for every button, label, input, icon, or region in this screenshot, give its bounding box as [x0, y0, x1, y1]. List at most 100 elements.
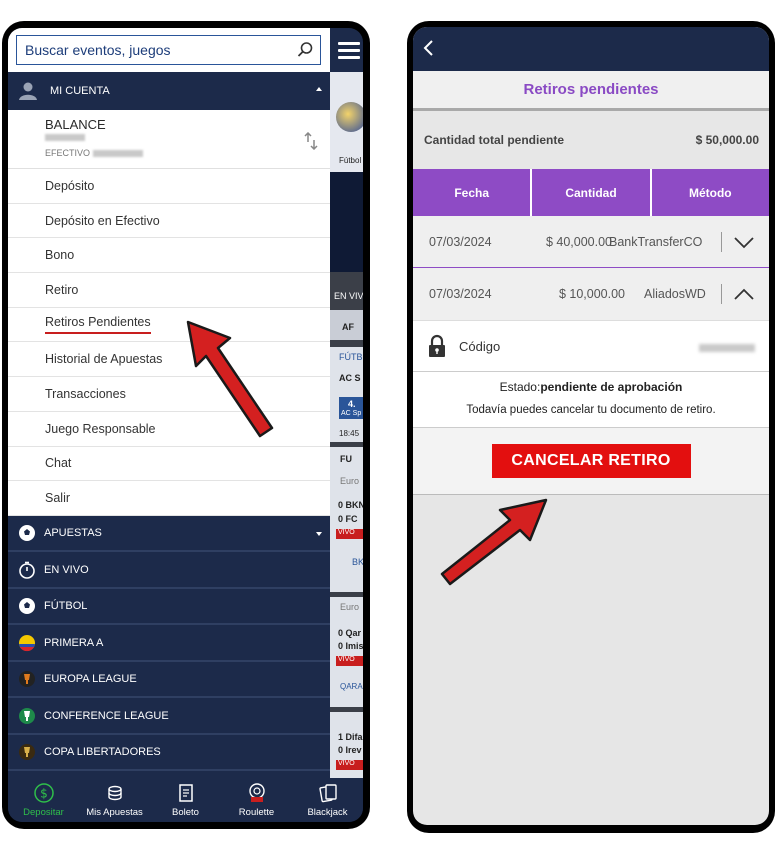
menu-item-label: Juego Responsable — [45, 421, 156, 436]
menu-item-label: Chat — [45, 456, 72, 471]
table-header: Fecha Cantidad Método — [413, 169, 769, 216]
account-header[interactable]: MI CUENTA — [8, 72, 330, 110]
lock-icon — [429, 334, 445, 357]
ticket-icon — [178, 784, 193, 802]
cancel-button-area: CANCELAR RETIRO — [413, 428, 769, 495]
user-icon — [19, 82, 37, 100]
red-arrow-annotation — [186, 320, 274, 438]
strip-text: AF — [342, 322, 354, 332]
menu-item-salir[interactable]: Salir — [8, 481, 330, 516]
row-divider — [721, 284, 722, 304]
column-header-metodo[interactable]: Método — [652, 169, 769, 216]
menu-item-deposito[interactable]: Depósito — [8, 169, 330, 204]
cards-icon — [318, 784, 337, 803]
strip-text: FÚTB — [339, 352, 363, 362]
coins-icon — [107, 785, 122, 801]
menu-item-deposito-efectivo[interactable]: Depósito en Efectivo — [8, 203, 330, 239]
hamburger-menu-icon[interactable] — [338, 42, 360, 60]
nav-item-label: EN VIVO — [44, 563, 89, 576]
strip-text: Euro — [340, 476, 360, 486]
cash-label: EFECTIVO — [45, 148, 91, 158]
nav-item-label: PRIMERA A — [44, 636, 104, 649]
live-badge: VIVO — [336, 760, 363, 770]
caret-down-icon — [316, 531, 322, 536]
tab-label: Boleto — [172, 807, 199, 818]
column-header-cantidad[interactable]: Cantidad — [532, 169, 652, 216]
tab-boleto[interactable]: Boleto — [150, 778, 221, 822]
status-line: Estado:pendiente de aprobación — [413, 380, 769, 394]
menu-item-label: Salir — [45, 491, 71, 506]
row-method: BankTransferCO — [609, 234, 703, 249]
tab-label: Blackjack — [307, 807, 348, 818]
nav-item-en-vivo[interactable]: EN VIVO — [8, 552, 330, 589]
cash-value-blurred — [93, 149, 144, 157]
total-value: $ 50,000.00 — [695, 133, 759, 147]
balance-value-blurred — [45, 134, 85, 141]
background-content-strip: Fútbol EN VIV AF FÚTB AC S 4. AC Sp 18:4… — [330, 72, 363, 792]
menu-item-bono[interactable]: Bono — [8, 238, 330, 274]
menu-item-retiro[interactable]: Retiro — [8, 273, 330, 308]
chevron-down-icon[interactable] — [733, 236, 755, 250]
menu-item-label: Retiros Pendientes — [45, 315, 151, 335]
soccer-ball-icon — [336, 102, 363, 132]
menu-item-retiros-pendientes[interactable]: Retiros Pendientes — [8, 307, 330, 343]
strip-text: 4. — [348, 399, 356, 409]
menu-item-historial-apuestas[interactable]: Historial de Apuestas — [8, 342, 330, 378]
strip-text: 18:45 — [339, 429, 360, 438]
page-title: Retiros pendientes — [413, 71, 769, 111]
nav-item-futbol[interactable]: FÚTBOL — [8, 588, 330, 626]
caret-up-icon — [316, 87, 322, 91]
search-placeholder: Buscar eventos, juegos — [25, 42, 171, 58]
nav-item-conference-league[interactable]: CONFERENCE LEAGUE — [8, 698, 330, 735]
cancel-withdrawal-button[interactable]: CANCELAR RETIRO — [491, 444, 691, 478]
menu-item-label: Historial de Apuestas — [45, 352, 163, 367]
table-row[interactable]: 07/03/2024 $ 40,000.00 BankTransferCO — [413, 216, 769, 268]
tab-blackjack[interactable]: Blackjack — [292, 778, 363, 822]
strip-text: 0 Irev — [338, 745, 362, 755]
swap-arrows-icon[interactable] — [304, 132, 318, 150]
search-input[interactable]: Buscar eventos, juegos — [16, 35, 321, 65]
row-date: 07/03/2024 — [429, 287, 492, 301]
status-prefix: Estado: — [499, 380, 541, 394]
nav-item-label: APUESTAS — [44, 527, 102, 540]
tab-label: Depositar — [23, 807, 64, 818]
nav-item-copa-libertadores[interactable]: COPA LIBERTADORES — [8, 734, 330, 772]
row-detail-panel: Código Estado:pendiente de aprobación To… — [413, 320, 769, 495]
live-roulette-icon — [248, 783, 265, 802]
red-arrow-annotation — [440, 498, 548, 586]
nav-item-primera-a[interactable]: PRIMERA A — [8, 625, 330, 662]
row-amount: $ 10,000.00 — [558, 287, 625, 301]
chevron-up-icon[interactable] — [733, 287, 755, 301]
row-amount: $ 40,000.00 — [545, 234, 612, 249]
strip-dark-panel — [330, 172, 363, 272]
soccer-ball-icon — [19, 525, 35, 542]
menu-item-juego-responsable[interactable]: Juego Responsable — [8, 411, 330, 447]
cash-row: EFECTIVO — [45, 148, 330, 158]
strip-text: 0 FC — [338, 514, 358, 524]
strip-text: AC Sp — [341, 410, 362, 417]
strip-text: Fútbol — [339, 156, 362, 165]
nav-item-apuestas[interactable]: APUESTAS — [8, 515, 330, 553]
nav-item-europa-league[interactable]: EUROPA LEAGUE — [8, 661, 330, 699]
tab-mis-apuestas[interactable]: Mis Apuestas — [79, 778, 150, 822]
table-row[interactable]: 07/03/2024 $ 10,000.00 AliadosWD — [413, 268, 769, 320]
code-value-blurred — [699, 344, 755, 352]
soccer-ball-icon — [19, 598, 35, 615]
account-menu: MI CUENTA BALANCE EFECTIVO Depósito Depó… — [8, 72, 330, 772]
status-note: Todavía puedes cancelar tu documento de … — [466, 404, 716, 416]
stopwatch-icon — [19, 561, 35, 579]
strip-text: 0 Imis — [338, 641, 363, 651]
strip-text: BK — [352, 557, 363, 567]
column-header-fecha[interactable]: Fecha — [413, 169, 533, 216]
menu-item-chat[interactable]: Chat — [8, 446, 330, 482]
menu-item-transacciones[interactable]: Transacciones — [8, 377, 330, 412]
tab-depositar[interactable]: $ Depositar — [8, 778, 79, 822]
menu-item-label: Depósito — [45, 178, 95, 193]
row-divider — [721, 232, 722, 252]
back-arrow-icon[interactable] — [421, 39, 435, 57]
search-icon[interactable] — [296, 41, 314, 59]
tab-roulette[interactable]: Roulette — [221, 778, 292, 822]
live-badge: VIVO — [336, 656, 363, 666]
top-bar — [413, 27, 769, 71]
tab-label: Mis Apuestas — [86, 807, 143, 818]
